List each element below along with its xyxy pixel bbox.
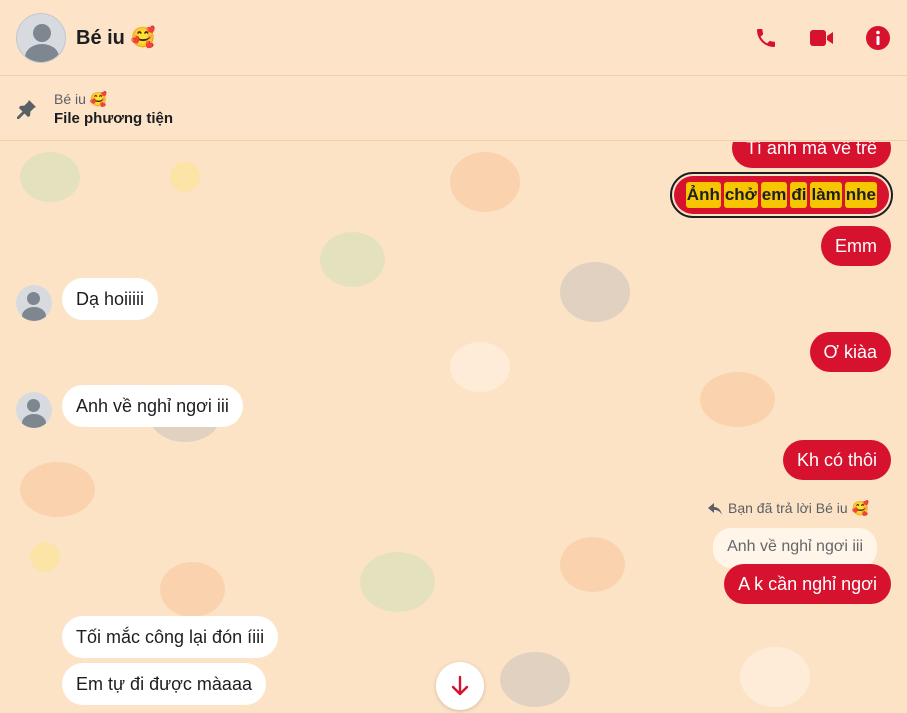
incoming-message[interactable]: Anh về nghỉ ngơi iii (62, 385, 243, 427)
reply-icon (707, 502, 722, 515)
wallpaper-decoration (320, 232, 385, 287)
incoming-message[interactable]: Dạ hoiiiii (62, 278, 159, 320)
pinned-sender: Bé iu 🥰 (54, 90, 108, 107)
search-highlight: đi (790, 182, 808, 208)
contact-avatar-small[interactable] (16, 285, 52, 321)
wallpaper-decoration (740, 647, 810, 707)
arrow-down-icon (451, 675, 469, 696)
outgoing-message[interactable]: Tí anh mà về trễ (731, 142, 891, 168)
search-highlight: chở (723, 182, 758, 208)
contact-name[interactable]: Bé iu 🥰 (76, 25, 155, 50)
info-icon[interactable] (865, 25, 891, 51)
wallpaper-decoration (360, 552, 435, 612)
wallpaper-decoration (450, 152, 520, 212)
wallpaper-decoration (560, 537, 625, 592)
phone-icon[interactable] (753, 25, 779, 51)
incoming-message[interactable]: Em tự đi được màaaa (62, 663, 266, 705)
pin-icon (14, 96, 40, 122)
contact-avatar-small[interactable] (16, 392, 52, 428)
outgoing-message[interactable]: Ơ kiàa (809, 332, 891, 372)
contact-avatar[interactable] (16, 12, 66, 63)
wallpaper-decoration (450, 342, 510, 392)
pinned-title: File phương tiện (54, 109, 174, 127)
outgoing-message[interactable]: Emm (821, 226, 891, 266)
pinned-message-bar[interactable]: Bé iu 🥰 File phương tiện (0, 77, 907, 141)
incoming-message[interactable]: Tối mắc công lại đón íiii (62, 616, 279, 658)
wallpaper-decoration (20, 152, 80, 202)
wallpaper-decoration (160, 562, 225, 617)
wallpaper-decoration (20, 462, 95, 517)
message-list[interactable]: Tí anh mà về trễ Ảnh chở em đi làm nhe E… (0, 142, 907, 713)
search-highlight: Ảnh (685, 182, 721, 208)
search-highlight: làm (810, 182, 842, 208)
scroll-to-bottom-button[interactable] (436, 662, 484, 710)
wallpaper-decoration (170, 162, 200, 192)
video-call-icon[interactable] (809, 25, 835, 51)
quoted-message[interactable]: Anh về nghỉ ngơi iii (713, 528, 877, 568)
highlighted-message[interactable]: Ảnh chở em đi làm nhe (669, 172, 893, 218)
wallpaper-decoration (500, 652, 570, 707)
wallpaper-decoration (560, 262, 630, 322)
wallpaper-decoration (700, 372, 775, 427)
outgoing-message[interactable]: Kh có thôi (782, 440, 891, 480)
reply-indicator: Bạn đã trả lời Bé iu 🥰 (707, 500, 869, 517)
search-highlight: em (760, 182, 788, 208)
chat-header: Bé iu 🥰 (0, 0, 907, 76)
reply-note-text: Bạn đã trả lời Bé iu 🥰 (727, 500, 869, 516)
outgoing-message[interactable]: A k cần nghỉ ngơi (724, 564, 891, 604)
search-highlight: nhe (844, 182, 877, 208)
wallpaper-decoration (30, 542, 60, 572)
